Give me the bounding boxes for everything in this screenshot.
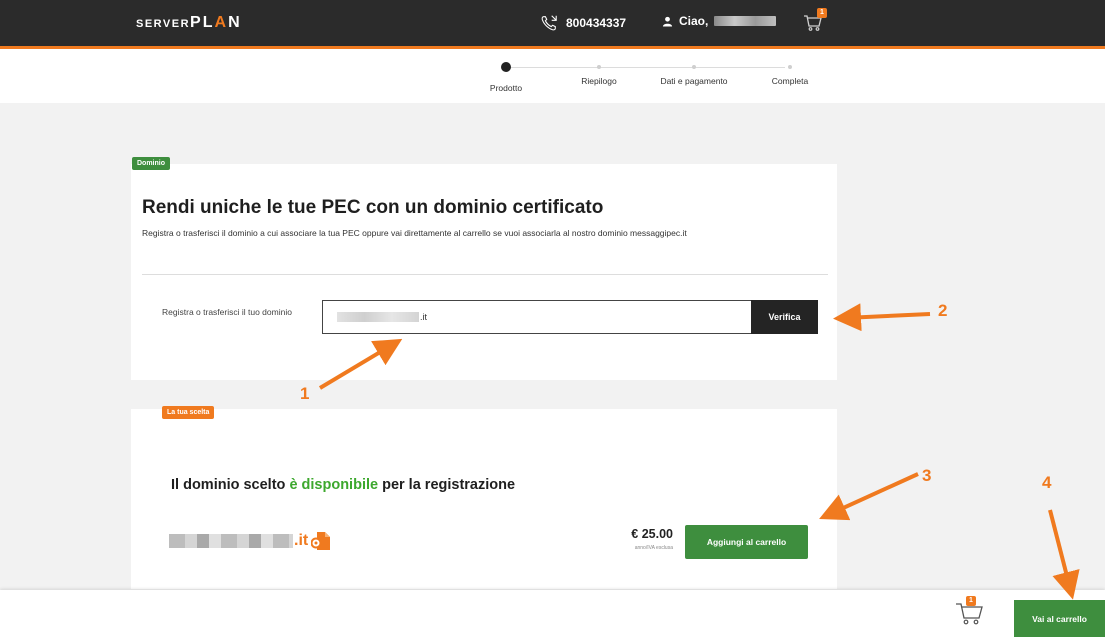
phone-contact[interactable]: 800434337 [540, 14, 626, 32]
step-prodotto: Prodotto [489, 83, 523, 93]
domain-file-icon [311, 532, 331, 550]
domain-card-description: Registra o trasferisci il dominio a cui … [142, 228, 687, 238]
arrow-3 [819, 472, 919, 521]
chosen-domain-suffix: .it [294, 532, 309, 549]
verify-button[interactable]: Verifica [751, 300, 818, 334]
top-navigation-bar: SERVERPLAN 800434337 Ciao, 1 [0, 0, 1105, 46]
domain-tag: Dominio [132, 157, 170, 170]
domain-input[interactable]: .it [322, 300, 752, 334]
user-icon [662, 16, 673, 27]
divider [142, 274, 828, 275]
logo-text-plan: PLAN [190, 14, 242, 31]
redacted-domain [337, 312, 419, 322]
domain-input-suffix: .it [420, 312, 428, 322]
annotation-label-1: 1 [300, 384, 310, 403]
arrow-4 [1048, 509, 1080, 600]
logo-text-server: SERVER [136, 18, 191, 30]
step-dot [692, 65, 696, 69]
phone-number: 800434337 [566, 16, 627, 30]
domain-choice-card: La tua scelta Il dominio scelto è dispon… [131, 406, 837, 589]
domain-field-label: Registra o trasferisci il tuo dominio [162, 307, 292, 317]
user-greeting: Ciao, [679, 14, 709, 28]
header-cart[interactable]: 1 [803, 8, 827, 37]
chosen-domain: .it [169, 531, 333, 551]
steps-connector [505, 67, 785, 68]
step-dot [788, 65, 792, 69]
step-dot [597, 65, 601, 69]
redacted-chosen-domain [169, 534, 293, 548]
go-to-cart-button[interactable]: Vai al carrello [1014, 600, 1105, 637]
bottom-cart-bar: 1 Vai al carrello [0, 590, 1105, 637]
annotation-label-4: 4 [1042, 473, 1052, 492]
checkout-steps: Prodotto Riepilogo Dati e pagamento Comp… [0, 46, 1105, 103]
footer-cart[interactable]: 1 [955, 596, 985, 631]
arrow-2 [833, 303, 931, 332]
serverplan-logo[interactable]: SERVERPLAN [136, 14, 242, 32]
domain-price: € 25.00 [631, 527, 673, 541]
step-riepilogo: Riepilogo [581, 76, 617, 86]
price-note: anno/IVA esclusa [634, 545, 673, 551]
annotation-label-2: 2 [938, 301, 948, 320]
step-completa: Completa [771, 76, 809, 86]
step-dot-active [501, 62, 511, 72]
cart-count-badge: 1 [817, 8, 827, 18]
annotation-label-3: 3 [922, 466, 932, 485]
domain-registration-card: Dominio Rendi uniche le tue PEC con un d… [131, 157, 837, 380]
availability-title: Il dominio scelto è disponibile per la r… [171, 477, 516, 493]
phone-icon [541, 15, 557, 31]
redacted-username [714, 16, 777, 26]
add-to-cart-button[interactable]: Aggiungi al carrello [685, 525, 808, 559]
choice-tag: La tua scelta [162, 406, 215, 419]
availability-status: è disponibile [289, 477, 379, 493]
user-menu[interactable]: Ciao, [662, 14, 777, 28]
domain-card-title: Rendi uniche le tue PEC con un dominio c… [142, 197, 604, 218]
cart-count-badge: 1 [966, 596, 976, 606]
step-dati-pagamento: Dati e pagamento [660, 76, 728, 86]
